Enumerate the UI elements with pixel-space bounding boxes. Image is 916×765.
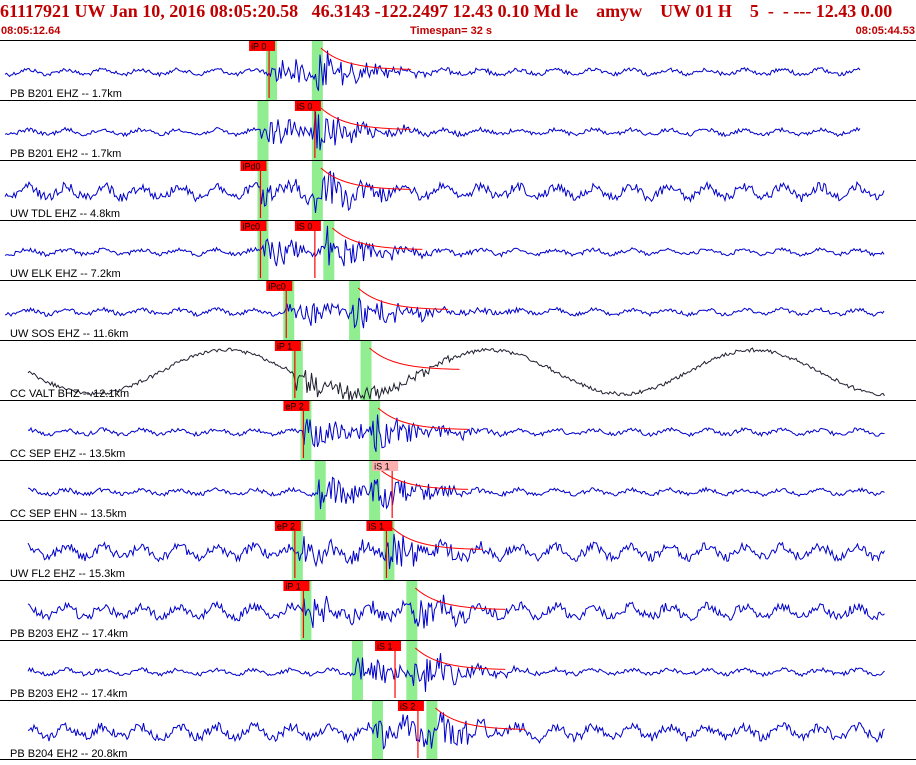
trace-row[interactable]: iS 2 PB B204 EH2 -- 20.8km <box>0 700 916 761</box>
trace-row[interactable]: iS 1 CC SEP EHN -- 13.5km <box>0 460 916 521</box>
station-label: CC SEP EHN -- 13.5km <box>10 508 127 520</box>
coda-fit-curve <box>331 227 423 250</box>
station-label: CC VALT BHZ -- 12.1km <box>10 388 129 400</box>
waveform-line <box>27 347 885 401</box>
pick-label: iS 0 <box>297 102 313 112</box>
trace-row[interactable]: iPd0 UW TDL EHZ -- 4.8km <box>0 160 916 221</box>
trace-row[interactable]: iPc0 iS 0 UW ELK EHZ -- 7.2km <box>0 220 916 281</box>
coda-fit-curve <box>392 527 483 550</box>
window-start-time: 08:05:12.64 <box>1 25 61 37</box>
timespan-label: Timespan= 32 s <box>410 25 493 37</box>
waveform-line <box>27 594 885 629</box>
station-label: UW TDL EHZ -- 4.8km <box>10 208 120 220</box>
p-window <box>314 461 326 520</box>
coda-fit-curve <box>414 647 506 670</box>
coda-fit-curve <box>320 107 411 130</box>
trace-row[interactable]: iS 0 PB B201 EH2 -- 1.7km <box>0 100 916 161</box>
pick-label: eP 2 <box>277 522 295 532</box>
station-label: UW FL2 EHZ -- 15.3km <box>10 568 125 580</box>
trace-row[interactable]: iP 1 CC VALT BHZ -- 12.1km <box>0 340 916 401</box>
s-window <box>311 161 323 220</box>
trace-row[interactable]: iP 0 PB B201 EHZ -- 1.7km <box>0 40 916 101</box>
waveform-line <box>4 225 885 267</box>
waveform-line <box>4 111 861 151</box>
station-label: PB B204 EH2 -- 20.8km <box>10 748 127 760</box>
coda-fit-curve <box>320 47 411 70</box>
pick-label: iP 1 <box>285 582 300 592</box>
waveform-line <box>27 533 885 570</box>
station-label: PB B201 EH2 -- 1.7km <box>10 148 121 160</box>
seismogram-panel[interactable]: iP 0 PB B201 EHZ -- 1.7km iS 0 PB B201 EH2 … <box>0 40 916 760</box>
waveform-line <box>4 50 861 91</box>
pick-label: iPc0 <box>242 222 260 232</box>
pick-label: iS 2 <box>400 702 416 712</box>
s-window <box>406 641 418 700</box>
pick-label: iPd0 <box>242 162 260 172</box>
station-label: PB B203 EHZ -- 17.4km <box>10 628 128 640</box>
trace-row[interactable]: eP 2 CC SEP EHZ -- 13.5km <box>0 400 916 461</box>
coda-fit-curve <box>414 587 506 610</box>
station-label: PB B203 EH2 -- 17.4km <box>10 688 127 700</box>
station-label: UW ELK EHZ -- 7.2km <box>10 268 121 280</box>
pick-label: eP 2 <box>285 402 303 412</box>
pick-label: iPc0 <box>268 282 286 292</box>
seismogram-canvas[interactable]: iP 0 PB B201 EHZ -- 1.7km iS 0 PB B201 EH2 … <box>0 40 916 760</box>
waveform-line <box>27 712 885 750</box>
station-label: CC SEP EHZ -- 13.5km <box>10 448 125 460</box>
waveform-line <box>4 297 885 329</box>
waveform-line <box>27 414 885 452</box>
waveform-line <box>4 170 885 214</box>
pick-label: iS 0 <box>297 222 313 232</box>
station-label: UW SOS EHZ -- 11.6km <box>10 328 128 340</box>
station-label: PB B201 EHZ -- 1.7km <box>10 88 122 100</box>
coda-fit-curve <box>435 707 526 730</box>
header-bar: 61117921 UW Jan 10, 2016 08:05:20.58 46.… <box>0 0 916 40</box>
p-window <box>257 101 269 160</box>
pick-label: iS 1 <box>374 462 390 472</box>
trace-row[interactable]: iP 1 PB B203 EHZ -- 17.4km <box>0 580 916 641</box>
window-end-time: 08:05:44.53 <box>855 25 915 37</box>
pick-label: iS 1 <box>377 642 393 652</box>
coda-fit-curve <box>357 287 449 310</box>
trace-row[interactable]: iPc0 UW SOS EHZ -- 11.6km <box>0 280 916 341</box>
trace-row[interactable]: eP 2 iS 1 UW FL2 EHZ -- 15.3km <box>0 520 916 581</box>
waveform-line <box>27 653 885 692</box>
coda-fit-curve <box>377 407 469 430</box>
waveform-line <box>27 476 885 510</box>
trace-row[interactable]: iS 1 PB B203 EH2 -- 17.4km <box>0 640 916 701</box>
pick-label: iP 1 <box>277 342 292 352</box>
event-summary-title: 61117921 UW Jan 10, 2016 08:05:20.58 46.… <box>0 1 893 21</box>
pick-label: iP 0 <box>251 42 266 52</box>
pick-label: iS 1 <box>368 522 384 532</box>
phase-pick-marker[interactable]: iS 0 <box>294 221 321 278</box>
